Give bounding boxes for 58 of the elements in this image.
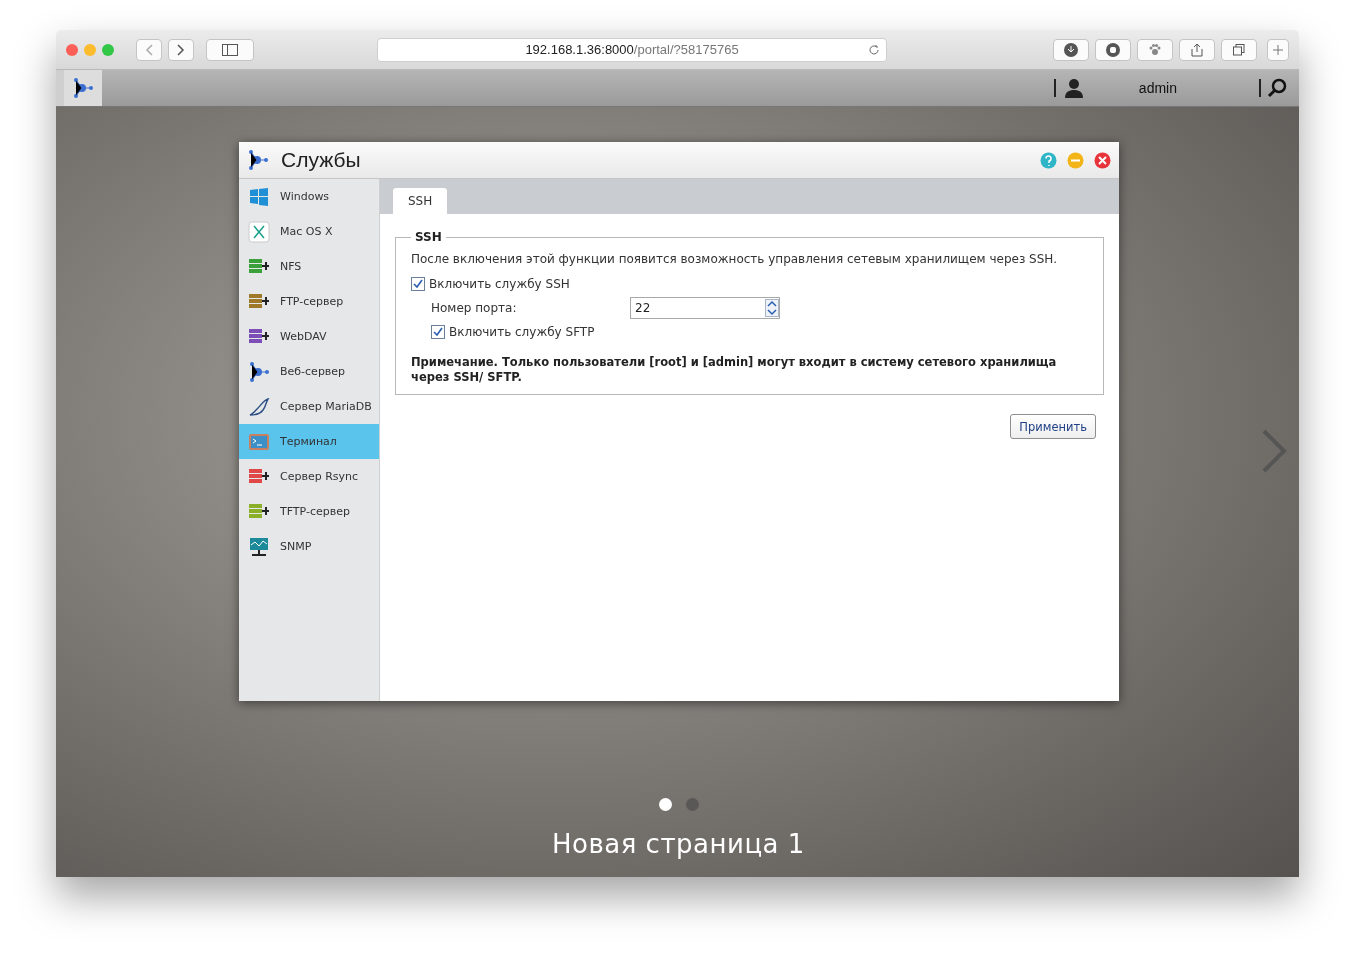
port-spinner-field[interactable]: 22 bbox=[630, 297, 780, 319]
sidebar-item[interactable]: FTP-сервер bbox=[239, 284, 379, 319]
sidebar-icon bbox=[222, 43, 238, 56]
page-dot[interactable] bbox=[686, 798, 699, 811]
spinner-arrows-icon[interactable] bbox=[765, 299, 779, 317]
download-icon bbox=[1064, 42, 1078, 57]
forward-button[interactable] bbox=[168, 38, 194, 61]
sidebar-item[interactable]: Windows bbox=[239, 179, 379, 214]
chevron-left-icon bbox=[145, 43, 153, 56]
address-field[interactable]: 192.168.1.36:8000/portal/?58175765 bbox=[377, 37, 887, 62]
search-icon[interactable] bbox=[1267, 78, 1287, 98]
port-label: Номер порта: bbox=[431, 301, 518, 315]
share-icon bbox=[1191, 42, 1203, 57]
tab[interactable]: SSH bbox=[393, 188, 448, 214]
reload-icon[interactable] bbox=[868, 43, 880, 56]
extension-button[interactable] bbox=[1095, 38, 1131, 61]
sidebar-item[interactable]: Mac OS X bbox=[239, 214, 379, 249]
checkbox-label: Включить службу SSH bbox=[429, 277, 570, 291]
apply-button[interactable]: Применить bbox=[1010, 414, 1096, 439]
windows-logo-icon bbox=[248, 185, 270, 208]
close-icon[interactable] bbox=[1094, 151, 1111, 169]
window-title: Службы bbox=[281, 148, 361, 172]
network-node-icon bbox=[247, 149, 269, 171]
paw-icon bbox=[1148, 42, 1162, 57]
checkbox-label: Включить службу SFTP bbox=[449, 325, 595, 339]
user-icon[interactable] bbox=[1063, 78, 1084, 98]
tabs-icon bbox=[1233, 43, 1245, 56]
sidebar-item[interactable]: SNMP bbox=[239, 529, 379, 564]
app-launcher-icon[interactable] bbox=[64, 70, 102, 106]
close-icon[interactable] bbox=[66, 43, 78, 56]
sidebar-item[interactable]: Сервер Rsync bbox=[239, 459, 379, 494]
page-title: Новая страница 1 bbox=[552, 829, 805, 859]
sidebar-button[interactable] bbox=[206, 38, 254, 61]
sidebar-item[interactable]: TFTP-сервер bbox=[239, 494, 379, 529]
monitor-icon bbox=[248, 535, 270, 558]
checkbox[interactable] bbox=[431, 325, 445, 339]
network-node-icon bbox=[248, 360, 270, 383]
sidebar-item[interactable]: NFS bbox=[239, 249, 379, 284]
sidebar-item[interactable]: WebDAV bbox=[239, 319, 379, 354]
description-text: После включения этой функции появится возможность управления сетевым хранилищем через SSH. bbox=[411, 252, 1058, 267]
page-dot[interactable] bbox=[659, 798, 672, 811]
plus-icon bbox=[1273, 44, 1283, 55]
help-icon[interactable] bbox=[1040, 151, 1057, 169]
username-label[interactable]: admin bbox=[1138, 80, 1177, 96]
tabs-button[interactable] bbox=[1221, 38, 1257, 61]
download-button[interactable] bbox=[1053, 38, 1089, 61]
topbar-handle bbox=[56, 70, 64, 106]
network-node-icon bbox=[72, 77, 94, 99]
group-legend: SSH bbox=[411, 230, 446, 244]
sidebar-item[interactable]: Веб-сервер bbox=[239, 354, 379, 389]
chevron-right-icon bbox=[177, 43, 185, 56]
note-text: Примечание. Только пользователи [root] и [admin] могут входит в систему сетевого хранилища через SSH/ SFTP. bbox=[411, 355, 1058, 385]
paw-button[interactable] bbox=[1137, 38, 1173, 61]
sidebar-item[interactable]: Сервер MariaDB bbox=[239, 389, 379, 424]
sidebar-item[interactable]: Терминал bbox=[239, 424, 379, 459]
x-icon bbox=[248, 220, 270, 243]
checkbox[interactable] bbox=[411, 277, 425, 291]
share-button[interactable] bbox=[1179, 38, 1215, 61]
